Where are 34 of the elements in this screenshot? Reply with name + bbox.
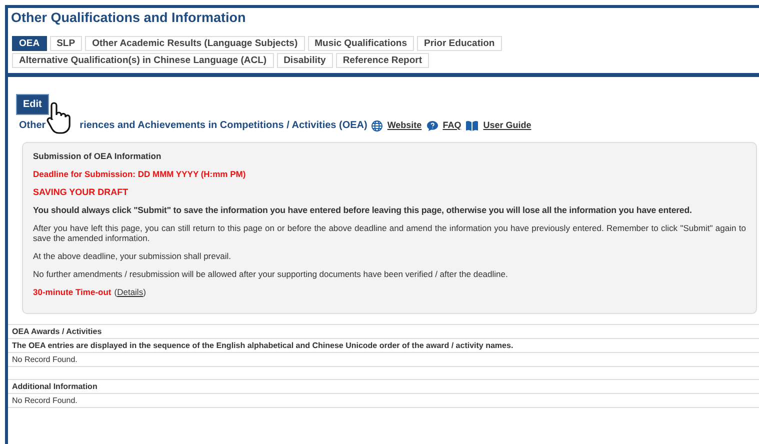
tab[interactable]: Alternative Qualification(s) in Chinese Language (ACL)	[12, 53, 274, 68]
page-title: Other Qualifications and Information	[10, 9, 247, 27]
tab[interactable]: Disability	[276, 53, 333, 68]
notice-paragraph: After you have left this page, you can still return to this page on or before the above deadline and amend the information you have previously entered. Remember to click "Submit" again to save the amended information.	[33, 223, 746, 243]
timeout-text: 30-minute Time-out	[33, 287, 112, 297]
tab[interactable]: OEA	[12, 36, 47, 51]
tab[interactable]: Music Qualifications	[308, 36, 414, 51]
section-heading: riences and Achievements in Competitions / Activities (OEA)	[80, 119, 368, 133]
tab[interactable]: Reference Report	[336, 53, 430, 68]
section-title: Additional Information	[8, 379, 759, 393]
deadline-text: Deadline for Submission: DD MMM YYYY (H:mm PM)	[33, 169, 247, 179]
notice-paragraph: At the above deadline, your submission shall prevail.	[33, 251, 232, 261]
details-link[interactable]: Details	[117, 287, 144, 297]
bracket: (	[114, 287, 118, 297]
section-title: OEA Awards / Activities	[8, 324, 759, 338]
bracket: )	[143, 287, 146, 297]
section-note: The OEA entries are displayed in the sequence of the English alphabetical and Chinese Unicode order of the award / activity names.	[8, 338, 759, 352]
notice-paragraph: No further amendments / resubmission will be allowed after your supporting documents have been verified / after the deadline.	[33, 269, 509, 279]
help-icon	[426, 120, 439, 132]
help-link[interactable]: Website	[387, 118, 422, 132]
section-heading: Other	[19, 119, 46, 133]
help-link[interactable]: FAQ	[442, 118, 462, 132]
edit-button[interactable]: Edit	[16, 94, 49, 115]
draft-heading: SAVING YOUR DRAFT	[33, 187, 130, 197]
notice-title: Submission of OEA Information	[33, 151, 162, 161]
tab[interactable]: Prior Education	[417, 36, 502, 51]
empty-message: No Record Found.	[8, 393, 759, 408]
book-icon	[465, 120, 480, 132]
help-link[interactable]: User Guide	[483, 118, 532, 132]
tab[interactable]: Other Academic Results (Language Subjects)	[85, 36, 305, 51]
empty-message: No Record Found.	[8, 352, 759, 367]
globe-icon	[371, 120, 384, 132]
tab[interactable]: SLP	[50, 36, 82, 51]
warning-text: You should always click "Submit" to save the information you have entered before leaving this page, otherwise you will lose all the information you have entered.	[33, 205, 693, 215]
